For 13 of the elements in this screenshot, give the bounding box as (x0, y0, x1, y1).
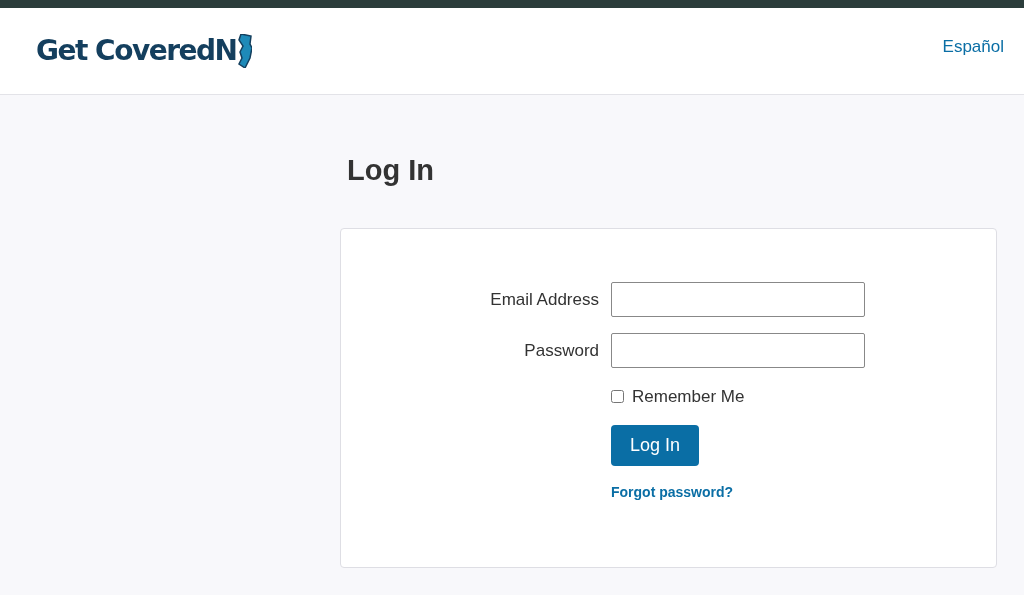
state-outline-icon (237, 34, 252, 68)
logo-letter: N (214, 33, 238, 69)
input-field[interactable] (611, 332, 865, 368)
language-link[interactable]: Español (942, 34, 1004, 60)
field-label: Password (524, 339, 599, 362)
login-button[interactable]: Log In (611, 425, 700, 467)
remember-label: Remember Me (632, 385, 745, 408)
field-label: Email Address (490, 288, 599, 311)
logo-text: Get Covered (36, 33, 215, 69)
remember-checkbox[interactable] (611, 390, 624, 404)
forgot-password-link[interactable]: Forgot password? (611, 482, 734, 504)
input-field[interactable] (611, 281, 865, 317)
page-title: Log In (347, 153, 434, 188)
